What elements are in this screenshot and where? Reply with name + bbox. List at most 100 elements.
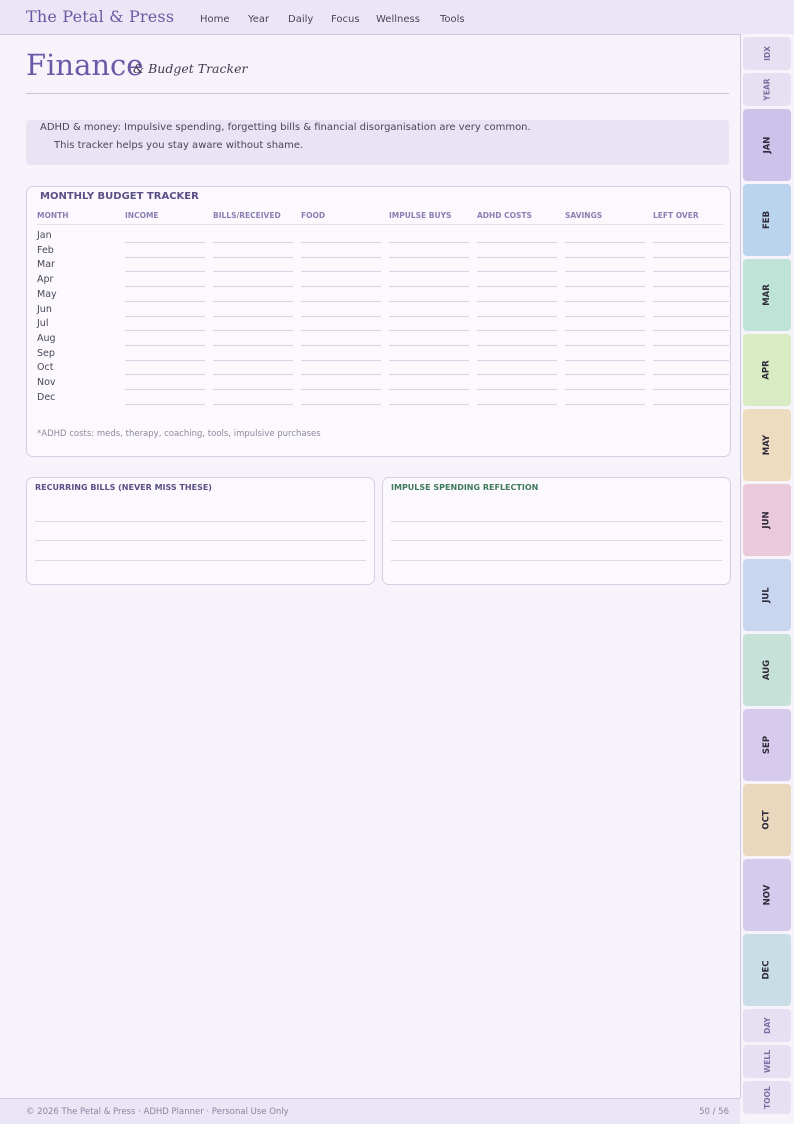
budget-cell-line[interactable] (125, 344, 205, 346)
nav-wellness[interactable]: Wellness (376, 14, 420, 25)
budget-cell-line[interactable] (565, 359, 645, 361)
budget-cell-line[interactable] (653, 256, 729, 258)
write-line[interactable] (391, 540, 722, 541)
budget-cell-line[interactable] (213, 286, 293, 288)
tab-day[interactable]: DAY (743, 1009, 791, 1042)
budget-cell-line[interactable] (389, 300, 469, 302)
budget-cell-line[interactable] (389, 374, 469, 376)
budget-cell-line[interactable] (653, 286, 729, 288)
tab-feb[interactable]: FEB (743, 184, 791, 256)
budget-cell-line[interactable] (565, 315, 645, 317)
budget-cell-line[interactable] (389, 403, 469, 405)
budget-cell-line[interactable] (213, 315, 293, 317)
budget-cell-line[interactable] (213, 256, 293, 258)
budget-cell-line[interactable] (565, 403, 645, 405)
tab-nov[interactable]: NOV (743, 859, 791, 931)
tab-apr[interactable]: APR (743, 334, 791, 406)
tab-tool[interactable]: TOOL (743, 1081, 791, 1114)
budget-cell-line[interactable] (301, 359, 381, 361)
budget-cell-line[interactable] (389, 242, 469, 243)
budget-cell-line[interactable] (565, 300, 645, 302)
budget-cell-line[interactable] (653, 389, 729, 390)
budget-cell-line[interactable] (477, 286, 557, 288)
budget-cell-line[interactable] (565, 271, 645, 273)
budget-cell-line[interactable] (125, 242, 205, 243)
budget-cell-line[interactable] (213, 330, 293, 332)
budget-cell-line[interactable] (301, 300, 381, 302)
budget-cell-line[interactable] (301, 330, 381, 332)
budget-cell-line[interactable] (301, 344, 381, 346)
budget-cell-line[interactable] (213, 374, 293, 376)
write-line[interactable] (391, 560, 722, 561)
budget-cell-line[interactable] (565, 330, 645, 332)
budget-cell-line[interactable] (653, 403, 729, 405)
budget-cell-line[interactable] (389, 286, 469, 288)
write-line[interactable] (35, 540, 366, 541)
tab-may[interactable]: MAY (743, 409, 791, 481)
budget-cell-line[interactable] (477, 256, 557, 258)
budget-cell-line[interactable] (565, 256, 645, 258)
budget-cell-line[interactable] (389, 315, 469, 317)
budget-cell-line[interactable] (301, 403, 381, 405)
budget-cell-line[interactable] (301, 286, 381, 288)
tab-jan[interactable]: JAN (743, 109, 791, 181)
budget-cell-line[interactable] (653, 300, 729, 302)
budget-cell-line[interactable] (125, 315, 205, 317)
tab-well[interactable]: WELL (743, 1045, 791, 1078)
budget-cell-line[interactable] (389, 256, 469, 258)
tab-idx[interactable]: IDX (743, 37, 791, 70)
budget-cell-line[interactable] (653, 344, 729, 346)
write-line[interactable] (35, 521, 366, 522)
budget-cell-line[interactable] (213, 300, 293, 302)
budget-cell-line[interactable] (213, 271, 293, 273)
nav-tools[interactable]: Tools (440, 14, 465, 25)
budget-cell-line[interactable] (213, 389, 293, 390)
write-line[interactable] (35, 560, 366, 561)
nav-home[interactable]: Home (200, 14, 230, 25)
budget-cell-line[interactable] (213, 344, 293, 346)
budget-cell-line[interactable] (389, 330, 469, 332)
budget-cell-line[interactable] (477, 344, 557, 346)
tab-jun[interactable]: JUN (743, 484, 791, 556)
tab-mar[interactable]: MAR (743, 259, 791, 331)
budget-cell-line[interactable] (213, 242, 293, 243)
budget-cell-line[interactable] (653, 315, 729, 317)
nav-year[interactable]: Year (248, 14, 269, 25)
budget-cell-line[interactable] (565, 374, 645, 376)
budget-cell-line[interactable] (301, 242, 381, 243)
budget-cell-line[interactable] (125, 403, 205, 405)
budget-cell-line[interactable] (301, 271, 381, 273)
budget-cell-line[interactable] (653, 374, 729, 376)
budget-cell-line[interactable] (477, 271, 557, 273)
budget-cell-line[interactable] (125, 359, 205, 361)
tab-dec[interactable]: DEC (743, 934, 791, 1006)
budget-cell-line[interactable] (653, 330, 729, 332)
tab-aug[interactable]: AUG (743, 634, 791, 706)
budget-cell-line[interactable] (477, 315, 557, 317)
tab-year[interactable]: YEAR (743, 73, 791, 106)
budget-cell-line[interactable] (653, 271, 729, 273)
brand-logo[interactable]: The Petal & Press (26, 7, 174, 26)
budget-cell-line[interactable] (125, 374, 205, 376)
write-line[interactable] (391, 521, 722, 522)
budget-cell-line[interactable] (477, 242, 557, 243)
budget-cell-line[interactable] (653, 359, 729, 361)
budget-cell-line[interactable] (389, 359, 469, 361)
tab-sep[interactable]: SEP (743, 709, 791, 781)
budget-cell-line[interactable] (125, 300, 205, 302)
budget-cell-line[interactable] (301, 374, 381, 376)
budget-cell-line[interactable] (477, 359, 557, 361)
budget-cell-line[interactable] (125, 286, 205, 288)
budget-cell-line[interactable] (477, 330, 557, 332)
tab-oct[interactable]: OCT (743, 784, 791, 856)
tab-jul[interactable]: JUL (743, 559, 791, 631)
budget-cell-line[interactable] (477, 389, 557, 390)
budget-cell-line[interactable] (389, 271, 469, 273)
budget-cell-line[interactable] (213, 403, 293, 405)
budget-cell-line[interactable] (653, 242, 729, 243)
budget-cell-line[interactable] (565, 242, 645, 243)
budget-cell-line[interactable] (301, 315, 381, 317)
budget-cell-line[interactable] (301, 389, 381, 390)
budget-cell-line[interactable] (389, 344, 469, 346)
budget-cell-line[interactable] (389, 389, 469, 390)
